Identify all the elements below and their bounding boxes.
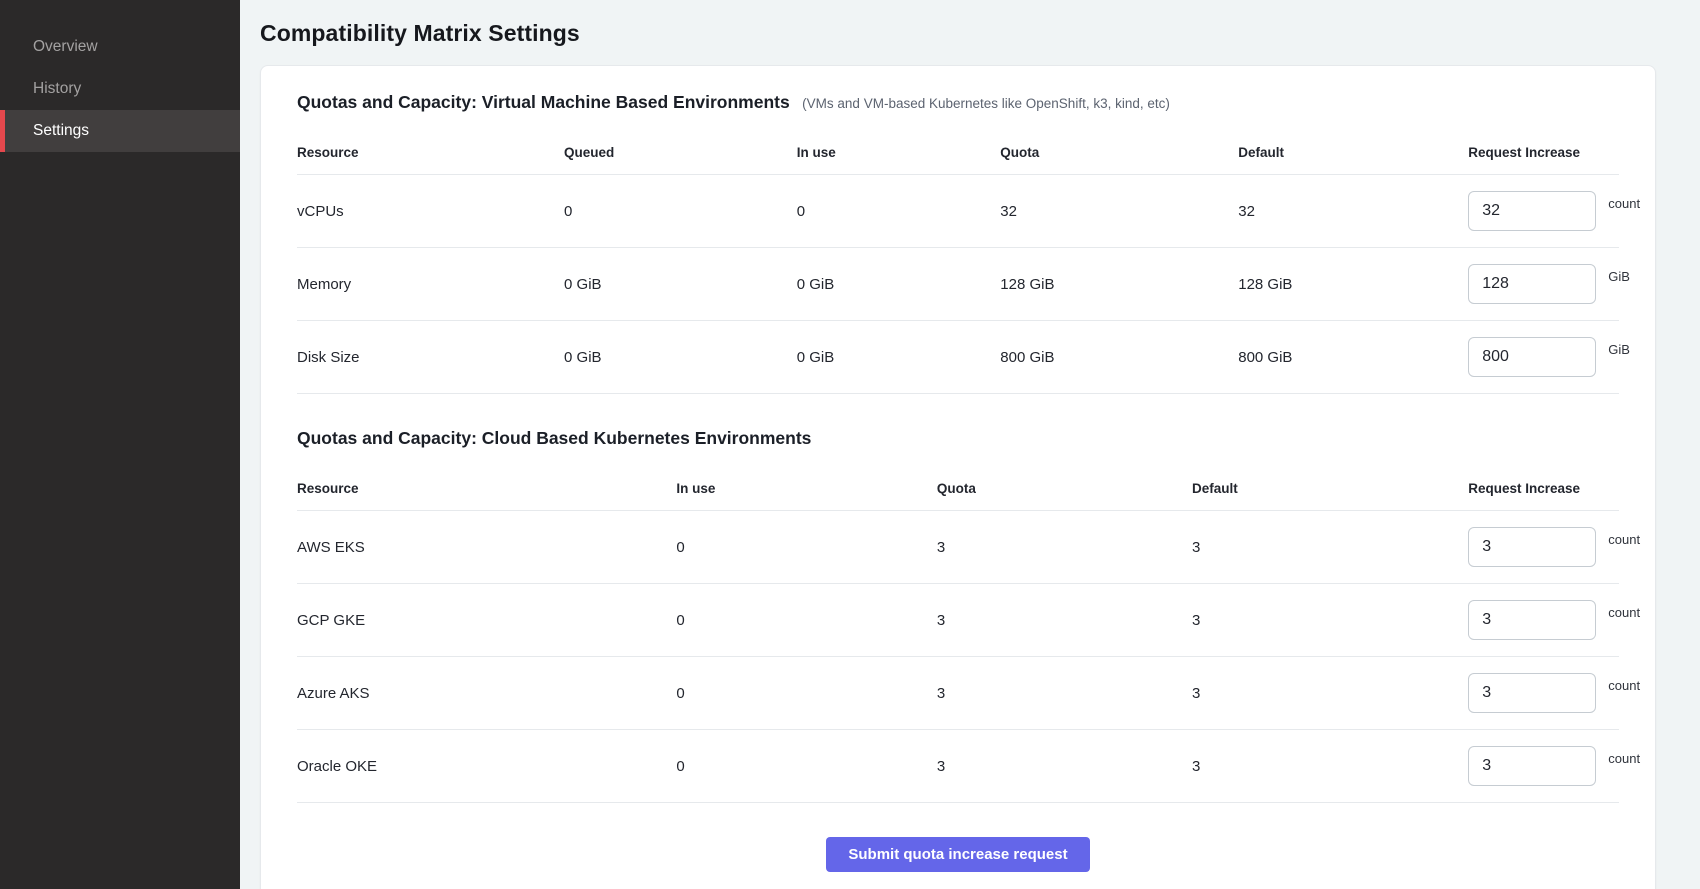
sidebar-item-settings[interactable]: Settings (0, 110, 240, 152)
memory-request-input[interactable] (1468, 264, 1596, 304)
cloud-quota-table: Resource In use Quota Default Request In… (297, 467, 1619, 803)
resource-name: vCPUs (297, 203, 564, 220)
quota-value: 128 GiB (1000, 276, 1238, 293)
main-content: Compatibility Matrix Settings Quotas and… (240, 0, 1700, 889)
resource-name: Azure AKS (297, 685, 676, 702)
table-row: AWS EKS 0 3 3 count (297, 511, 1619, 584)
default-value: 3 (1192, 685, 1468, 702)
table-row: Oracle OKE 0 3 3 count (297, 730, 1619, 803)
request-increase-cell: count (1468, 746, 1650, 786)
vm-section-heading: Quotas and Capacity: Virtual Machine Bas… (297, 92, 1619, 113)
unit-label: GiB (1608, 342, 1630, 357)
in-use-value: 0 (676, 758, 936, 775)
column-header-in-use: In use (676, 481, 936, 496)
azure-aks-request-input[interactable] (1468, 673, 1596, 713)
quota-value: 32 (1000, 203, 1238, 220)
unit-label: count (1608, 605, 1640, 620)
vm-table-header-row: Resource Queued In use Quota Default Req… (297, 131, 1619, 175)
vcpus-request-input[interactable] (1468, 191, 1596, 231)
cloud-table-header-row: Resource In use Quota Default Request In… (297, 467, 1619, 511)
column-header-resource: Resource (297, 481, 676, 496)
column-header-request-increase: Request Increase (1468, 145, 1619, 160)
vm-quota-table: Resource Queued In use Quota Default Req… (297, 131, 1619, 394)
aws-eks-request-input[interactable] (1468, 527, 1596, 567)
gcp-gke-request-input[interactable] (1468, 600, 1596, 640)
default-value: 32 (1238, 203, 1468, 220)
unit-label: count (1608, 751, 1640, 766)
vm-section-title: Quotas and Capacity: Virtual Machine Bas… (297, 92, 790, 112)
column-header-in-use: In use (797, 145, 1001, 160)
resource-name: AWS EKS (297, 539, 676, 556)
app-window: Overview History Settings Compatibility … (0, 0, 1700, 889)
in-use-value: 0 (676, 612, 936, 629)
table-row: Memory 0 GiB 0 GiB 128 GiB 128 GiB GiB (297, 248, 1619, 321)
sidebar-item-overview[interactable]: Overview (0, 26, 240, 68)
quota-value: 3 (937, 758, 1192, 775)
in-use-value: 0 GiB (797, 276, 1001, 293)
in-use-value: 0 (676, 539, 936, 556)
column-header-request-increase: Request Increase (1468, 481, 1619, 496)
request-increase-cell: count (1468, 527, 1650, 567)
table-row: GCP GKE 0 3 3 count (297, 584, 1619, 657)
queued-value: 0 GiB (564, 349, 797, 366)
sidebar-item-history[interactable]: History (0, 68, 240, 110)
resource-name: Memory (297, 276, 564, 293)
quota-settings-card: Quotas and Capacity: Virtual Machine Bas… (260, 65, 1656, 889)
table-row: vCPUs 0 0 32 32 count (297, 175, 1619, 248)
unit-label: GiB (1608, 269, 1630, 284)
request-increase-cell: count (1468, 600, 1650, 640)
default-value: 3 (1192, 758, 1468, 775)
sidebar: Overview History Settings (0, 0, 240, 889)
table-row: Disk Size 0 GiB 0 GiB 800 GiB 800 GiB Gi… (297, 321, 1619, 394)
column-header-default: Default (1238, 145, 1468, 160)
table-row: Azure AKS 0 3 3 count (297, 657, 1619, 730)
vm-section-subtitle: (VMs and VM-based Kubernetes like OpenSh… (802, 96, 1170, 111)
quota-value: 3 (937, 685, 1192, 702)
column-header-resource: Resource (297, 145, 564, 160)
column-header-default: Default (1192, 481, 1468, 496)
column-header-quota: Quota (937, 481, 1192, 496)
cloud-section-heading: Quotas and Capacity: Cloud Based Kuberne… (297, 428, 1619, 449)
resource-name: Oracle OKE (297, 758, 676, 775)
request-increase-cell: GiB (1468, 337, 1640, 377)
disk-size-request-input[interactable] (1468, 337, 1596, 377)
quota-value: 3 (937, 612, 1192, 629)
in-use-value: 0 GiB (797, 349, 1001, 366)
cloud-section-title: Quotas and Capacity: Cloud Based Kuberne… (297, 428, 811, 448)
oracle-oke-request-input[interactable] (1468, 746, 1596, 786)
unit-label: count (1608, 196, 1640, 211)
unit-label: count (1608, 532, 1640, 547)
submit-row: Submit quota increase request (297, 837, 1619, 872)
request-increase-cell: GiB (1468, 264, 1640, 304)
queued-value: 0 GiB (564, 276, 797, 293)
column-header-quota: Quota (1000, 145, 1238, 160)
default-value: 800 GiB (1238, 349, 1468, 366)
resource-name: Disk Size (297, 349, 564, 366)
default-value: 3 (1192, 612, 1468, 629)
resource-name: GCP GKE (297, 612, 676, 629)
column-header-queued: Queued (564, 145, 797, 160)
sidebar-nav: Overview History Settings (0, 26, 240, 152)
page-title: Compatibility Matrix Settings (260, 20, 1656, 47)
in-use-value: 0 (676, 685, 936, 702)
default-value: 3 (1192, 539, 1468, 556)
unit-label: count (1608, 678, 1640, 693)
in-use-value: 0 (797, 203, 1001, 220)
default-value: 128 GiB (1238, 276, 1468, 293)
quota-value: 800 GiB (1000, 349, 1238, 366)
submit-quota-request-button[interactable]: Submit quota increase request (826, 837, 1089, 872)
queued-value: 0 (564, 203, 797, 220)
request-increase-cell: count (1468, 673, 1650, 713)
quota-value: 3 (937, 539, 1192, 556)
request-increase-cell: count (1468, 191, 1650, 231)
